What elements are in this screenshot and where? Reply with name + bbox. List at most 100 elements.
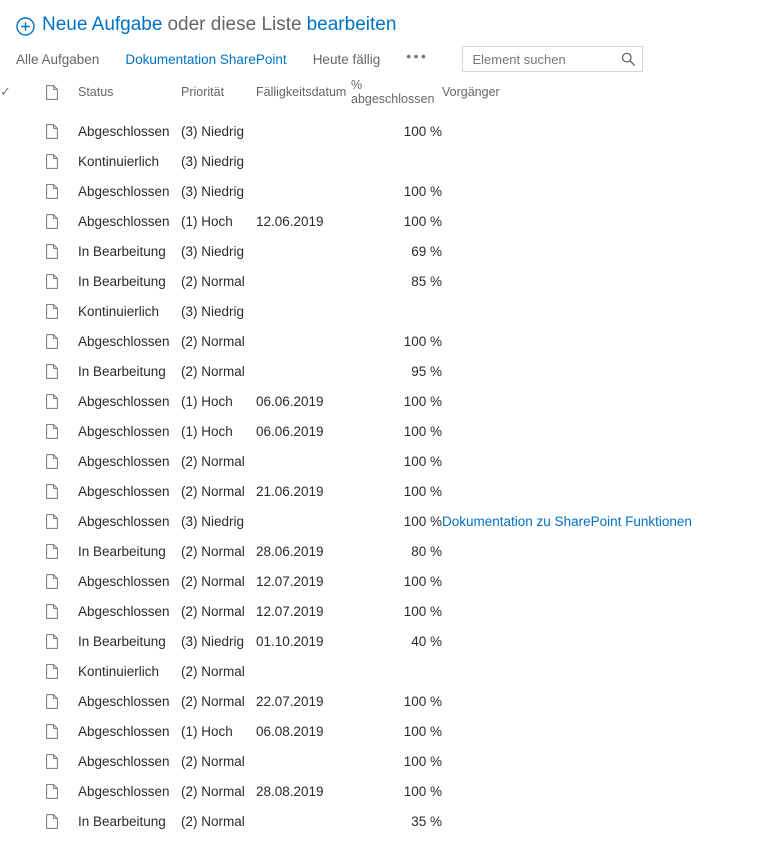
table-row[interactable]: Abgeschlossen (2) Normal 28.08.2019 100 % <box>0 776 757 806</box>
row-checkbox-cell[interactable] <box>0 716 46 746</box>
row-document-icon-cell[interactable] <box>46 536 78 566</box>
row-checkbox-cell[interactable] <box>0 596 46 626</box>
row-document-icon-cell[interactable] <box>46 686 78 716</box>
row-document-icon-cell[interactable] <box>46 356 78 386</box>
table-row[interactable]: In Bearbeitung (2) Normal 85 % <box>0 266 757 296</box>
row-document-icon-cell[interactable] <box>46 206 78 236</box>
view-tab-dokumentation-sharepoint[interactable]: Dokumentation SharePoint <box>125 52 286 67</box>
table-row[interactable]: Abgeschlossen (2) Normal 12.07.2019 100 % <box>0 566 757 596</box>
table-row[interactable]: Abgeschlossen (2) Normal 21.06.2019 100 % <box>0 476 757 506</box>
vorgaenger-link[interactable]: Dokumentation zu SharePoint Funktionen <box>442 514 692 529</box>
row-checkbox-cell[interactable] <box>0 686 46 716</box>
row-vorgaenger <box>442 476 757 506</box>
row-document-icon-cell[interactable] <box>46 506 78 536</box>
row-document-icon-cell[interactable] <box>46 596 78 626</box>
row-prioritaet: (1) Hoch <box>181 423 233 439</box>
table-row[interactable]: Kontinuierlich (3) Niedrig <box>0 296 757 326</box>
row-checkbox-cell[interactable] <box>0 356 46 386</box>
row-vorgaenger[interactable]: Dokumentation zu SharePoint Funktionen <box>442 506 757 536</box>
table-row[interactable]: Kontinuierlich (3) Niedrig <box>0 146 757 176</box>
row-checkbox-cell[interactable] <box>0 506 46 536</box>
row-checkbox-cell[interactable] <box>0 236 46 266</box>
row-checkbox-cell[interactable] <box>0 776 46 806</box>
column-header-faelligkeitsdatum[interactable]: Fälligkeitsdatum <box>256 78 351 116</box>
row-document-icon-cell[interactable] <box>46 236 78 266</box>
row-checkbox-cell[interactable] <box>0 536 46 566</box>
plus-circle-icon[interactable] <box>16 16 35 36</box>
column-header-select-all[interactable]: ✓ <box>0 78 46 116</box>
checkmark-icon[interactable]: ✓ <box>0 84 11 99</box>
row-document-icon-cell[interactable] <box>46 146 78 176</box>
table-row[interactable]: Abgeschlossen (3) Niedrig 100 % <box>0 176 757 206</box>
table-row[interactable]: Abgeschlossen (2) Normal 12.07.2019 100 % <box>0 596 757 626</box>
column-header-status[interactable]: Status <box>78 78 181 116</box>
table-row[interactable]: In Bearbeitung (3) Niedrig 01.10.2019 40 % <box>0 626 757 656</box>
table-row[interactable]: Kontinuierlich (2) Normal <box>0 656 757 686</box>
row-document-icon-cell[interactable] <box>46 416 78 446</box>
row-document-icon-cell[interactable] <box>46 776 78 806</box>
row-document-icon-cell[interactable] <box>46 296 78 326</box>
row-document-icon-cell[interactable] <box>46 566 78 596</box>
table-row[interactable]: Abgeschlossen (3) Niedrig 100 % Dokumentati… <box>0 506 757 536</box>
task-list-page: Neue Aufgabe oder diese Liste bearbeiten… <box>0 0 757 842</box>
column-header-vorgaenger[interactable]: Vorgänger <box>442 78 757 116</box>
row-document-icon-cell[interactable] <box>46 116 78 146</box>
new-task-link[interactable]: Neue Aufgabe <box>42 14 162 36</box>
row-checkbox-cell[interactable] <box>0 146 46 176</box>
row-checkbox-cell[interactable] <box>0 416 46 446</box>
row-document-icon-cell[interactable] <box>46 176 78 206</box>
row-checkbox-cell[interactable] <box>0 446 46 476</box>
table-row[interactable]: In Bearbeitung (2) Normal 95 % <box>0 356 757 386</box>
row-checkbox-cell[interactable] <box>0 746 46 776</box>
table-row[interactable]: Abgeschlossen (2) Normal 100 % <box>0 326 757 356</box>
table-row[interactable]: Abgeschlossen (1) Hoch 06.06.2019 100 % <box>0 386 757 416</box>
views-overflow-button[interactable]: ••• <box>406 48 428 64</box>
row-document-icon-cell[interactable] <box>46 656 78 686</box>
row-checkbox-cell[interactable] <box>0 296 46 326</box>
row-checkbox-cell[interactable] <box>0 116 46 146</box>
table-row[interactable]: Abgeschlossen (1) Hoch 12.06.2019 100 % <box>0 206 757 236</box>
row-document-icon-cell[interactable] <box>46 476 78 506</box>
table-row[interactable]: Abgeschlossen (1) Hoch 06.06.2019 100 % <box>0 416 757 446</box>
row-document-icon-cell[interactable] <box>46 626 78 656</box>
row-checkbox-cell[interactable] <box>0 386 46 416</box>
row-vorgaenger <box>442 686 757 716</box>
row-checkbox-cell[interactable] <box>0 626 46 656</box>
edit-list-link[interactable]: bearbeiten <box>307 14 397 36</box>
row-checkbox-cell[interactable] <box>0 206 46 236</box>
column-header-prozent-abgeschlossen[interactable]: % abgeschlossen <box>351 78 442 116</box>
row-checkbox-cell[interactable] <box>0 656 46 686</box>
row-checkbox-cell[interactable] <box>0 806 46 836</box>
row-document-icon-cell[interactable] <box>46 716 78 746</box>
row-checkbox-cell[interactable] <box>0 176 46 206</box>
table-row[interactable]: Abgeschlossen (3) Niedrig 100 % <box>0 116 757 146</box>
row-faelligkeitsdatum: 06.08.2019 <box>256 723 324 739</box>
column-header-prioritaet[interactable]: Priorität <box>181 78 256 116</box>
search-box[interactable] <box>462 46 644 72</box>
row-document-icon-cell[interactable] <box>46 266 78 296</box>
row-document-icon-cell[interactable] <box>46 806 78 836</box>
row-faelligkeitsdatum <box>256 326 351 356</box>
row-document-icon-cell[interactable] <box>46 746 78 776</box>
row-document-icon-cell[interactable] <box>46 446 78 476</box>
search-input[interactable] <box>472 51 621 67</box>
view-tab-heute-faellig[interactable]: Heute fällig <box>313 52 381 67</box>
table-row[interactable]: In Bearbeitung (2) Normal 28.06.2019 80 % <box>0 536 757 566</box>
table-row[interactable]: In Bearbeitung (3) Niedrig 69 % <box>0 236 757 266</box>
table-row[interactable]: Abgeschlossen (2) Normal 100 % <box>0 746 757 776</box>
column-header-document-type[interactable] <box>46 78 78 116</box>
row-checkbox-cell[interactable] <box>0 566 46 596</box>
table-row[interactable]: Abgeschlossen (2) Normal 100 % <box>0 446 757 476</box>
row-faelligkeitsdatum: 12.06.2019 <box>256 213 324 229</box>
row-checkbox-cell[interactable] <box>0 266 46 296</box>
search-icon[interactable] <box>620 51 636 67</box>
table-row[interactable]: Abgeschlossen (2) Normal 22.07.2019 100 % <box>0 686 757 716</box>
row-document-icon-cell[interactable] <box>46 386 78 416</box>
view-tab-alle-aufgaben[interactable]: Alle Aufgaben <box>16 52 99 67</box>
row-document-icon-cell[interactable] <box>46 326 78 356</box>
row-prozent-abgeschlossen: 100 % <box>403 753 442 769</box>
row-checkbox-cell[interactable] <box>0 476 46 506</box>
row-checkbox-cell[interactable] <box>0 326 46 356</box>
table-row[interactable]: Abgeschlossen (1) Hoch 06.08.2019 100 % <box>0 716 757 746</box>
table-row[interactable]: In Bearbeitung (2) Normal 35 % <box>0 806 757 836</box>
